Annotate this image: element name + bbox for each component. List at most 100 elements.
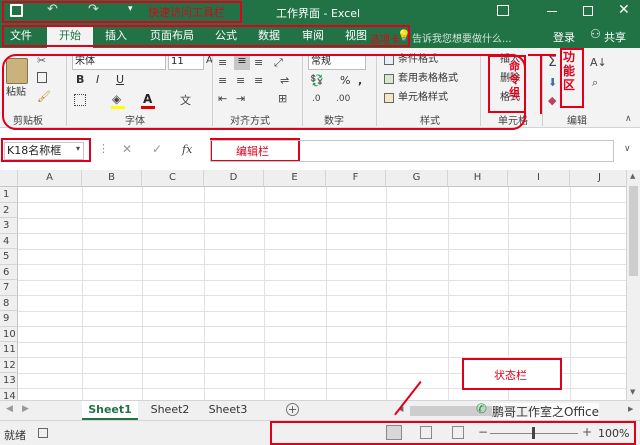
separator [542, 54, 543, 126]
row-header[interactable]: 9 [0, 311, 18, 327]
row-header[interactable]: 4 [0, 233, 18, 249]
tabs-highlight [2, 25, 410, 47]
window-title: 工作界面 - Excel [276, 7, 361, 20]
sort-filter-icon[interactable]: A↓ [590, 56, 607, 69]
scroll-thumb[interactable] [629, 186, 638, 276]
grid-line [18, 202, 626, 203]
tell-me-input[interactable]: 告诉我您想要做什么... [412, 30, 512, 45]
scroll-up-icon[interactable]: ▲ [630, 172, 635, 180]
column-header[interactable]: C [142, 170, 204, 187]
close-icon[interactable]: ✕ [618, 2, 630, 18]
column-header[interactable]: I [508, 170, 570, 187]
hscroll-right-icon[interactable]: ▶ [628, 405, 633, 413]
ribbon-label-highlight [560, 48, 584, 108]
formula-bar: K18名称框 ▾ ⋮ ✕ ✓ fx 编辑栏 ∨ [0, 134, 640, 168]
row-header[interactable]: 5 [0, 249, 18, 265]
zoom-slider-thumb[interactable] [532, 427, 535, 439]
row-header[interactable]: 8 [0, 295, 18, 311]
select-all-corner[interactable] [0, 170, 18, 187]
prev-sheet-icon[interactable]: ◀ [6, 404, 13, 414]
row-header[interactable]: 2 [0, 202, 18, 218]
ribbon-highlight [2, 54, 526, 130]
column-header[interactable]: A [18, 170, 82, 187]
grid-line [18, 341, 626, 343]
formula-bar-annotation: 编辑栏 [236, 145, 269, 158]
grid-line [386, 187, 387, 400]
column-header[interactable]: J [570, 170, 626, 187]
column-header[interactable]: E [264, 170, 326, 187]
annotation-connector [528, 54, 556, 56]
row-header[interactable]: 3 [0, 218, 18, 234]
column-header[interactable]: F [326, 170, 386, 187]
minimize-icon[interactable] [547, 11, 557, 12]
row-header[interactable]: 14 [0, 388, 18, 400]
ribbon: 粘贴 ✂ 🖌 剪贴板 宋体 11 A B I U ◈ A 文 字体 ≡ ≡ ≡ … [0, 48, 640, 130]
worksheet-grid[interactable]: A B C D E F G H I J 1 2 3 4 5 6 7 8 9 10… [0, 170, 626, 400]
row-header[interactable]: 10 [0, 326, 18, 342]
share-icon: ⚇ [590, 27, 601, 41]
editing-group-label: 编辑 [567, 116, 587, 127]
autosum-icon[interactable]: Σ [548, 54, 557, 70]
find-select-icon[interactable]: ⌕ [592, 76, 598, 90]
row-header[interactable]: 12 [0, 357, 18, 373]
column-header[interactable]: H [448, 170, 508, 187]
column-header[interactable]: B [82, 170, 142, 187]
row-header[interactable]: 11 [0, 342, 18, 358]
row-header[interactable]: 6 [0, 264, 18, 280]
grid-line [18, 279, 626, 281]
row-header[interactable]: 13 [0, 373, 18, 389]
cancel-icon[interactable]: ✕ [122, 142, 132, 156]
title-bar: ↶ ↷ ▾ 快速访问工具栏 工作界面 - Excel ✕ [0, 0, 640, 24]
normal-view-icon[interactable] [386, 425, 402, 440]
zoom-out-button[interactable]: − [478, 425, 488, 439]
formula-input[interactable] [210, 140, 614, 162]
fill-icon[interactable]: ⬇ [548, 76, 557, 89]
enter-icon[interactable]: ✓ [152, 142, 162, 156]
zoom-level[interactable]: 100% [598, 427, 629, 440]
qat-highlight [2, 1, 242, 23]
grid-line [18, 248, 626, 250]
clear-icon[interactable]: ◆ [548, 94, 556, 107]
grid-line [448, 187, 449, 400]
name-box-highlight [1, 138, 91, 162]
page-break-view-icon[interactable] [452, 426, 464, 439]
expand-formula-icon[interactable]: ∨ [624, 144, 631, 154]
share-button[interactable]: 共享 [604, 29, 626, 45]
grid-line [142, 187, 143, 400]
status-bar-annotation: 状态栏 [494, 369, 527, 382]
row-header[interactable]: 1 [0, 187, 18, 203]
column-header[interactable]: D [204, 170, 264, 187]
grid-line [82, 187, 83, 400]
sheet-tab-sheet2[interactable]: Sheet2 [142, 401, 198, 420]
grid-line [326, 187, 327, 400]
column-header[interactable]: G [386, 170, 448, 187]
grid-line [18, 310, 626, 312]
command-group-highlight [488, 55, 526, 113]
tab-bar: 文件 开始 插入 页面布局 公式 数据 审阅 视图 选项卡 💡 告诉我您想要做什… [0, 24, 640, 48]
grid-line [18, 326, 626, 327]
zoom-in-button[interactable]: + [582, 425, 592, 439]
sheet-tab-bar: ◀ ▶ Sheet1 Sheet2 Sheet3 + ◀ ▶ ✆ 鹏哥工作室之O… [0, 400, 640, 420]
more-icon: ⋮ [98, 142, 109, 155]
ready-status: 就绪 [4, 429, 26, 442]
watermark-icon: ✆ [476, 402, 487, 417]
sheet-tab-sheet3[interactable]: Sheet3 [200, 401, 256, 420]
new-sheet-icon[interactable]: + [286, 403, 299, 416]
vertical-scrollbar[interactable]: ▲ ▼ [626, 170, 640, 400]
login-link[interactable]: 登录 [553, 29, 575, 45]
grid-line [18, 295, 626, 296]
ribbon-display-icon[interactable] [497, 5, 509, 16]
grid-line [570, 187, 571, 400]
watermark-text: 鹏哥工作室之Office [492, 403, 600, 420]
insert-function-button[interactable]: fx [182, 143, 192, 156]
row-header[interactable]: 7 [0, 280, 18, 296]
collapse-ribbon-icon[interactable]: ∧ [625, 114, 632, 124]
macro-record-icon[interactable] [38, 428, 48, 438]
sheet-tab-sheet1[interactable]: Sheet1 [82, 401, 138, 420]
next-sheet-icon[interactable]: ▶ [22, 404, 29, 414]
grid-line [204, 187, 205, 400]
grid-line [18, 233, 626, 234]
restore-icon[interactable] [583, 6, 593, 16]
scroll-down-icon[interactable]: ▼ [630, 388, 635, 396]
page-layout-view-icon[interactable] [420, 426, 432, 439]
